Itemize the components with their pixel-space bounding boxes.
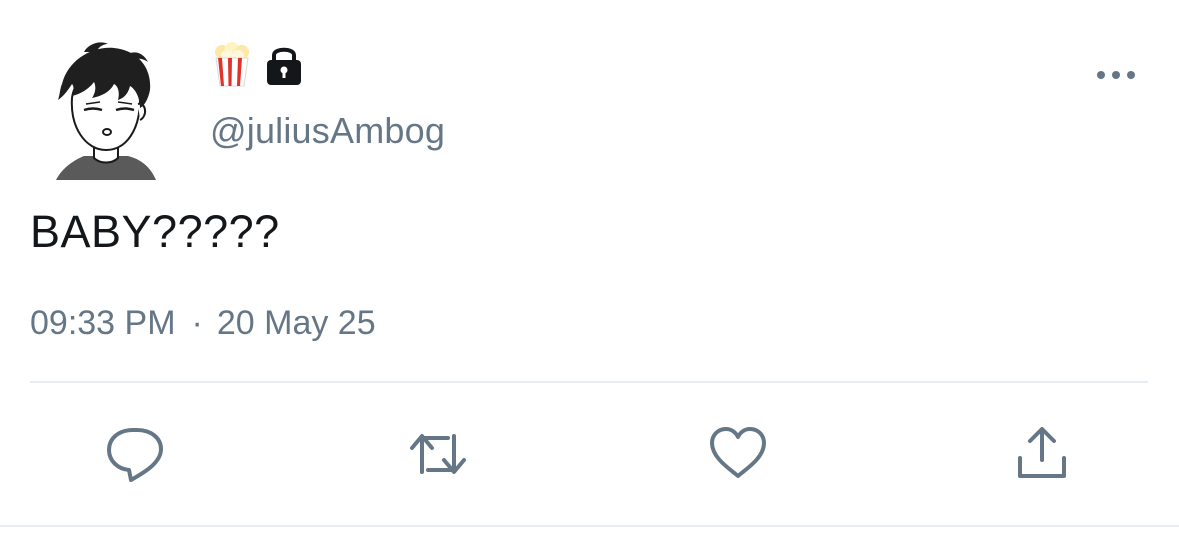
retweet-icon — [410, 434, 466, 474]
tweet-time: 09:33 PM — [30, 304, 176, 342]
share-button[interactable] — [1012, 424, 1072, 484]
action-bar — [0, 424, 1179, 484]
bottom-border — [0, 525, 1179, 527]
like-button[interactable] — [708, 424, 768, 484]
meta-separator: · — [191, 304, 203, 342]
avatar[interactable] — [44, 38, 168, 186]
tweet-timestamp[interactable]: 09:33 PM · 20 May 25 — [30, 304, 376, 343]
lock-icon — [267, 47, 301, 85]
more-horizontal-icon — [1097, 71, 1135, 79]
tweet-text: BABY????? — [30, 206, 280, 257]
tweet-date: 20 May 25 — [216, 304, 376, 342]
reply-button[interactable] — [105, 424, 165, 484]
display-name[interactable] — [212, 42, 306, 88]
more-button[interactable] — [1094, 62, 1138, 88]
share-icon — [1018, 427, 1066, 478]
reply-icon — [107, 428, 163, 482]
divider — [30, 381, 1148, 383]
tweet-card: @juliusAmbog BABY????? 09:33 PM · 20 May… — [0, 0, 1179, 546]
retweet-button[interactable] — [408, 424, 468, 484]
user-handle[interactable]: @juliusAmbog — [210, 110, 445, 152]
avatar-illustration — [56, 42, 156, 180]
popcorn-icon — [215, 42, 249, 87]
heart-icon — [710, 427, 766, 478]
